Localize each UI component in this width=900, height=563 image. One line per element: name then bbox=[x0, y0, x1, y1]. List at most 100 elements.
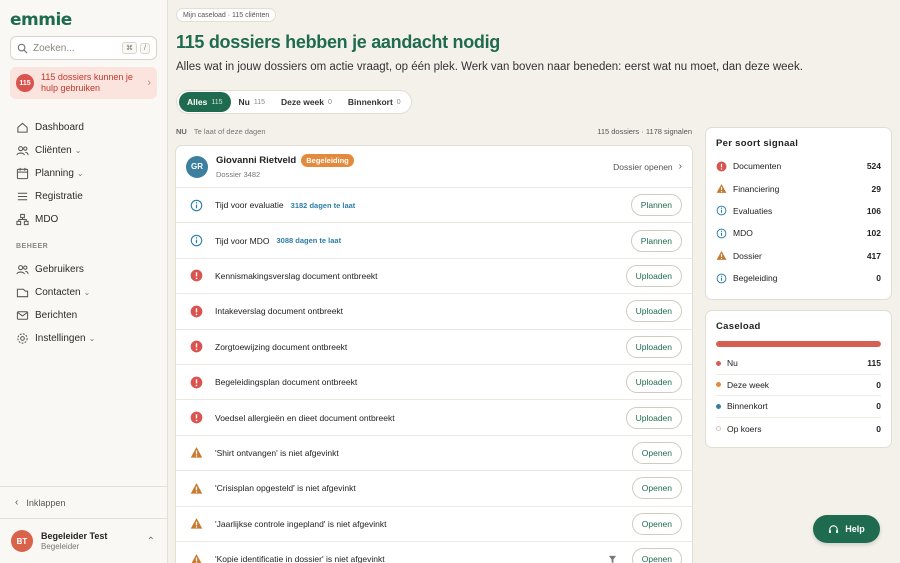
signal-action-button[interactable]: Uploaden bbox=[625, 335, 682, 358]
status-dot-icon bbox=[716, 426, 721, 432]
warning-icon bbox=[190, 482, 203, 494]
warning-icon bbox=[190, 518, 203, 529]
signal-row: Zorgtoewijzing document ontbreekt Uploade… bbox=[176, 330, 692, 365]
sidebar-item-planning[interactable]: Planning ⌄ bbox=[16, 162, 156, 185]
alert-text: 115 dossiers kunnen je hulp gebruiken bbox=[41, 72, 133, 93]
signal-type-label: Begeleiding bbox=[733, 273, 778, 284]
signal-action-button[interactable]: Plannen bbox=[630, 229, 682, 252]
sidebar-item-label: Cliënten bbox=[35, 145, 72, 156]
signal-action-button[interactable]: Plannen bbox=[630, 194, 682, 217]
sidebar-item-dashboard[interactable]: Dashboard bbox=[16, 116, 156, 139]
caseload-count: 0 bbox=[876, 401, 881, 412]
sidebar-item-label: Dashboard bbox=[35, 122, 84, 133]
error-icon bbox=[716, 161, 727, 172]
mail-icon bbox=[16, 311, 29, 320]
signal-type-row[interactable]: MDO 102 bbox=[716, 222, 881, 244]
tab-binnenkort[interactable]: Binnenkort 0 bbox=[340, 92, 409, 112]
sidebar-item-registratie[interactable]: Registratie bbox=[16, 185, 156, 208]
signal-type-row[interactable]: Dossier 417 bbox=[716, 245, 881, 267]
signal-type-panel: Per soort signaal Documenten 524 Financier… bbox=[705, 127, 892, 300]
list-header: NU Te laat of deze dagen 115 dossiers · … bbox=[176, 127, 692, 136]
warning-icon bbox=[716, 251, 727, 261]
user-menu[interactable]: BT Begeleider Test Begeleider ⌃ bbox=[0, 518, 167, 563]
signal-action-button[interactable]: Uploaden bbox=[625, 371, 682, 394]
sidebar-item-clienten[interactable]: Cliënten ⌄ bbox=[16, 139, 156, 162]
tab-label: Binnenkort bbox=[347, 97, 393, 107]
caseload-row[interactable]: Op koers 0 bbox=[716, 418, 881, 440]
help-button[interactable]: Help bbox=[813, 515, 880, 543]
help-label: Help bbox=[845, 524, 865, 534]
caseload-panel: Caseload Nu 115 Deze week 0 Binnenkort 0 Op ko… bbox=[705, 310, 892, 448]
caseload-row[interactable]: Nu 115 bbox=[716, 353, 881, 375]
attention-alert-card[interactable]: 115 115 dossiers kunnen je hulp gebruike… bbox=[10, 67, 157, 99]
sidebar-item-berichten[interactable]: Berichten bbox=[16, 304, 156, 327]
signal-type-row[interactable]: Financiering 29 bbox=[716, 177, 881, 199]
shortcut-slash-key: / bbox=[140, 42, 150, 54]
caseload-label: Binnenkort bbox=[727, 401, 768, 412]
sidebar-item-label: Berichten bbox=[35, 310, 78, 321]
sidebar-item-mdo[interactable]: MDO bbox=[16, 208, 156, 231]
signal-action-button[interactable]: Uploaden bbox=[625, 264, 682, 287]
signal-type-row[interactable]: Evaluaties 106 bbox=[716, 200, 881, 222]
dossier-number: Dossier 3482 bbox=[216, 170, 261, 179]
sidebar-item-instellingen[interactable]: Instellingen ⌄ bbox=[16, 327, 156, 350]
signal-text: Tijd voor MDO bbox=[215, 235, 270, 246]
caseload-label: Deze week bbox=[727, 379, 770, 390]
sidebar: emmie Zoeken... ⌘ / 115 115 dossiers kun… bbox=[0, 0, 168, 563]
sidebar-item-label: Instellingen bbox=[35, 333, 86, 344]
caseload-row[interactable]: Deze week 0 bbox=[716, 375, 881, 397]
signal-row: 'Crisisplan opgesteld' is niet afgevinkt… bbox=[176, 471, 692, 507]
signal-action-button[interactable]: Uploaden bbox=[625, 406, 682, 429]
signal-action-button[interactable]: Openen bbox=[631, 512, 682, 535]
sidebar-item-label: Registratie bbox=[35, 191, 83, 202]
search-icon bbox=[17, 43, 28, 54]
info-icon bbox=[716, 228, 727, 239]
signal-type-row[interactable]: Documenten 524 bbox=[716, 155, 881, 177]
sidebar-item-gebruikers[interactable]: Gebruikers bbox=[16, 258, 156, 281]
collapse-sidebar-button[interactable]: ‹ Inklappen bbox=[0, 486, 167, 518]
caseload-progress-bar bbox=[716, 341, 881, 347]
app-logo[interactable]: emmie bbox=[10, 10, 72, 30]
avatar: BT bbox=[11, 530, 33, 552]
info-icon bbox=[716, 206, 727, 216]
sidebar-item-contacten[interactable]: Contacten ⌄ bbox=[16, 281, 156, 304]
filter-icon[interactable] bbox=[604, 552, 622, 563]
gear-icon bbox=[17, 333, 28, 344]
signal-action-button[interactable]: Uploaden bbox=[625, 300, 682, 323]
signal-row: 'Shirt ontvangen' is niet afgevinkt Opene… bbox=[176, 436, 692, 472]
signal-text: Intakeverslag document ontbreekt bbox=[215, 306, 344, 317]
alert-count-badge: 115 bbox=[16, 74, 34, 92]
caseload-count: 0 bbox=[876, 423, 881, 434]
tab-alles[interactable]: Alles 115 bbox=[179, 92, 231, 112]
signal-action-button[interactable]: Openen bbox=[631, 477, 682, 500]
signal-row: Tijd voor MDO 3088 dagen te laat Plannen bbox=[176, 223, 692, 259]
signal-type-count: 106 bbox=[866, 205, 881, 216]
search-input[interactable]: Zoeken... ⌘ / bbox=[10, 36, 157, 60]
signal-type-row[interactable]: Begeleiding 0 bbox=[716, 267, 881, 289]
tab-count: 0 bbox=[396, 98, 401, 106]
tab-nu[interactable]: Nu 115 bbox=[231, 92, 274, 112]
open-dossier-link[interactable]: Dossier openen › bbox=[613, 161, 682, 172]
list-icon bbox=[17, 192, 28, 201]
tab-deze-week[interactable]: Deze week 0 bbox=[273, 92, 340, 112]
signal-type-label: Dossier bbox=[733, 250, 762, 261]
panel-title: Per soort signaal bbox=[716, 138, 799, 149]
users-icon bbox=[16, 265, 29, 275]
signal-action-button[interactable]: Openen bbox=[631, 441, 682, 464]
warning-icon bbox=[191, 553, 202, 563]
caseload-progress-fill bbox=[716, 341, 881, 347]
sidebar-section-beheer: BEHEER bbox=[16, 243, 49, 250]
signal-text: Voedsel allergieën en dieet document ont… bbox=[215, 412, 395, 423]
signal-row: 'Kopie identificatie in dossier' is niet… bbox=[176, 542, 692, 563]
home-icon bbox=[17, 122, 28, 133]
signal-type-count: 0 bbox=[876, 273, 881, 284]
signal-type-count: 29 bbox=[871, 183, 881, 194]
panel-title: Caseload bbox=[716, 321, 761, 332]
chevron-up-icon: ⌃ bbox=[146, 535, 155, 547]
signal-text: Begeleidingsplan document ontbreekt bbox=[215, 377, 358, 388]
signal-action-button[interactable]: Openen bbox=[631, 548, 682, 563]
caseload-row[interactable]: Binnenkort 0 bbox=[716, 396, 881, 418]
info-icon bbox=[190, 199, 203, 211]
signal-text: 'Shirt ontvangen' is niet afgevinkt bbox=[215, 447, 339, 458]
client-name[interactable]: Giovanni Rietveld bbox=[216, 155, 296, 166]
